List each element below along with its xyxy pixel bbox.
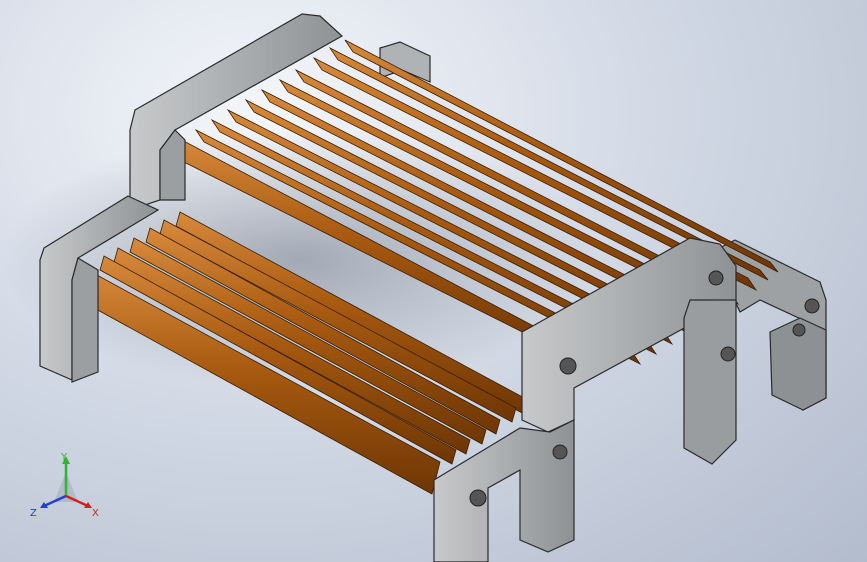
x-axis-label: X: [92, 508, 99, 519]
coordinate-triad: Y X Z: [30, 452, 99, 519]
y-axis-label: Y: [60, 452, 68, 463]
z-axis-label: Z: [30, 508, 37, 519]
cad-viewport[interactable]: Y X Z: [0, 0, 867, 562]
bench-model[interactable]: [0, 0, 867, 562]
